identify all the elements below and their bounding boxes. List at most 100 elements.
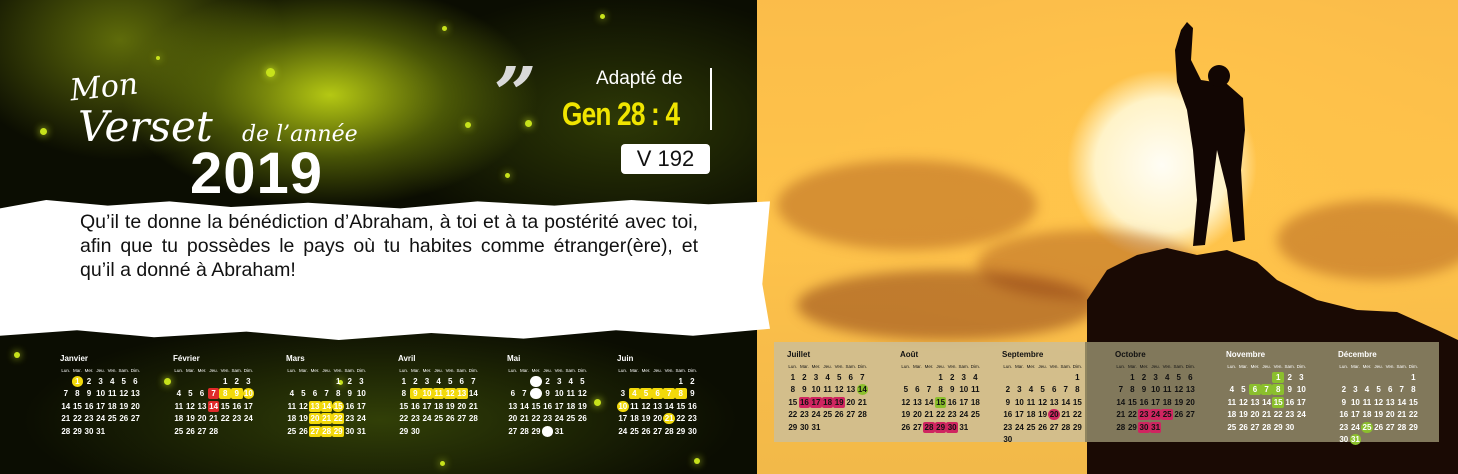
day-cell: 11 (107, 389, 117, 399)
week-row: 24 25 26 27 28 29 30 (617, 425, 717, 438)
day-cell: 24 (422, 414, 432, 424)
day-cell: 18 (174, 414, 184, 424)
day-cell: 9 (1141, 385, 1147, 395)
weekday-header: Lun. Mar. Mer. Jeu. Ven. Sam. Dim. (1338, 362, 1438, 371)
day-cell: 16 (232, 401, 242, 411)
glow-dot (40, 128, 47, 135)
day-cell: 20 (197, 414, 207, 424)
day-cell: 26 (445, 414, 455, 424)
weekday-label: Lun. (287, 368, 297, 373)
day-cell: 17 (1350, 410, 1360, 420)
day-cell: 27 (130, 414, 140, 424)
weekday-header: Lun. Mar. Mer. Jeu. Ven. Sam. Dim. (1115, 362, 1215, 371)
day-cell: 18 (434, 401, 444, 411)
week-row: 1234567 (787, 371, 887, 384)
month-calendar: Juin Lun. Mar. Mer. Jeu. Ven. Sam. Dim. 1 2 3 4 5 6 7 8… (617, 354, 717, 438)
week-row: 15 16 17 18 19 20 21 (398, 400, 498, 413)
day-cell: 17 (1151, 397, 1161, 407)
day-cell: 12 (1174, 385, 1184, 395)
day-cell: 9 (409, 388, 422, 400)
day-cell: 23 (84, 414, 94, 424)
day-cell: 19 (1374, 410, 1384, 420)
week-row: 1 (1338, 371, 1438, 384)
day-cell: 8 (1075, 385, 1080, 395)
day-cell: 24 (959, 410, 969, 420)
week-row: 18 19 20 21 22 23 24 (286, 413, 386, 426)
day-cell (1037, 434, 1049, 445)
day-cell: 12 (901, 397, 911, 407)
day-cell: 14 (1262, 397, 1272, 407)
day-cell: 19 (901, 410, 911, 420)
day-cell: 9 (802, 385, 807, 395)
day-cell: 11 (566, 389, 575, 399)
day-cell: 5 (640, 388, 652, 400)
day-cell: 8 (938, 385, 943, 395)
weekday-label: Jeu. (653, 368, 662, 373)
weekday-label: Dim. (243, 368, 253, 373)
day-cell: 21 (209, 414, 219, 424)
day-cell (845, 422, 857, 433)
weekday-label: Sam. (456, 368, 468, 373)
day-cell: 15 (1127, 397, 1137, 407)
week-row: 21 22 23 24 25 26 27 (1115, 409, 1215, 422)
day-cell: 5 (447, 376, 453, 386)
day-cell: 23 (799, 410, 809, 420)
week-row: 11 12 13 14 15 16 17 (173, 400, 273, 413)
day-cell: 29 (72, 426, 82, 436)
weekday-label: Ven. (1273, 364, 1283, 369)
day-cell: 4 (1364, 385, 1370, 395)
day-cell: 19 (185, 414, 195, 424)
week-row: 7 8 9 10 11 12 13 (1115, 384, 1215, 397)
day-cell: 6 (848, 372, 853, 382)
weekday-label: Ven. (445, 368, 455, 373)
week-row: 1234567 (398, 375, 498, 388)
week-row: 10 11 12 13 14 15 16 (617, 400, 717, 413)
day-cell: 8 (401, 389, 407, 399)
day-cell: 30 (799, 422, 809, 432)
day-cell (1408, 434, 1420, 445)
day-cell: 24 (1296, 410, 1306, 420)
day-cell: 21 (924, 410, 934, 420)
day-cell: 17 (422, 401, 432, 411)
day-cell: 19 (1174, 397, 1184, 407)
day-cell: 4 (628, 388, 641, 400)
day-cell: 2 (234, 376, 239, 386)
day-cell: 10 (242, 388, 255, 400)
day-cell: 1 (222, 376, 228, 386)
weekday-label: Mar. (186, 368, 195, 373)
day-cell: 3 (246, 376, 251, 386)
week-row: 17 18 19 20 21 22 23 (617, 413, 717, 426)
week-row: 13 14 15 16 17 18 19 (507, 400, 607, 413)
week-row: 4 5 6 7 8 9 10 (173, 388, 273, 401)
day-cell: 27 (1185, 410, 1195, 420)
day-cell (1361, 372, 1373, 383)
day-cell: 18 (1362, 410, 1372, 420)
week-row: 9 10 11 12 13 14 15 (1338, 396, 1438, 409)
day-cell: 6 (1387, 385, 1393, 395)
week-row: 14 15 16 17 18 19 20 (1115, 396, 1215, 409)
day-cell: 6 (651, 388, 664, 400)
week-row: 30 31 (1338, 434, 1438, 447)
day-cell: 7 (522, 389, 527, 399)
day-cell: 1 (335, 376, 341, 386)
day-cell: 12 (185, 401, 195, 411)
day-cell: 26 (577, 414, 587, 424)
weekday-label: Mar. (411, 368, 420, 373)
weekday-label: Mer. (811, 364, 821, 369)
day-cell: 27 (846, 410, 856, 420)
day-cell: 9 (1341, 397, 1347, 407)
day-cell: 11 (971, 385, 980, 395)
day-cell: 8 (335, 389, 341, 399)
weekday-label: Mar. (1239, 364, 1248, 369)
weekday-label: Jeu. (1262, 364, 1271, 369)
day-cell (118, 426, 130, 437)
day-cell (1261, 372, 1273, 383)
day-cell: 25 (287, 426, 297, 436)
day-cell: 8 (674, 388, 687, 400)
week-row: 3456789 (617, 388, 717, 401)
day-cell: 4 (1028, 385, 1034, 395)
weekday-label: Sam. (231, 368, 243, 373)
day-cell: 13 (455, 388, 468, 400)
day-cell: 22 (676, 414, 686, 424)
glow-dot (465, 122, 471, 128)
